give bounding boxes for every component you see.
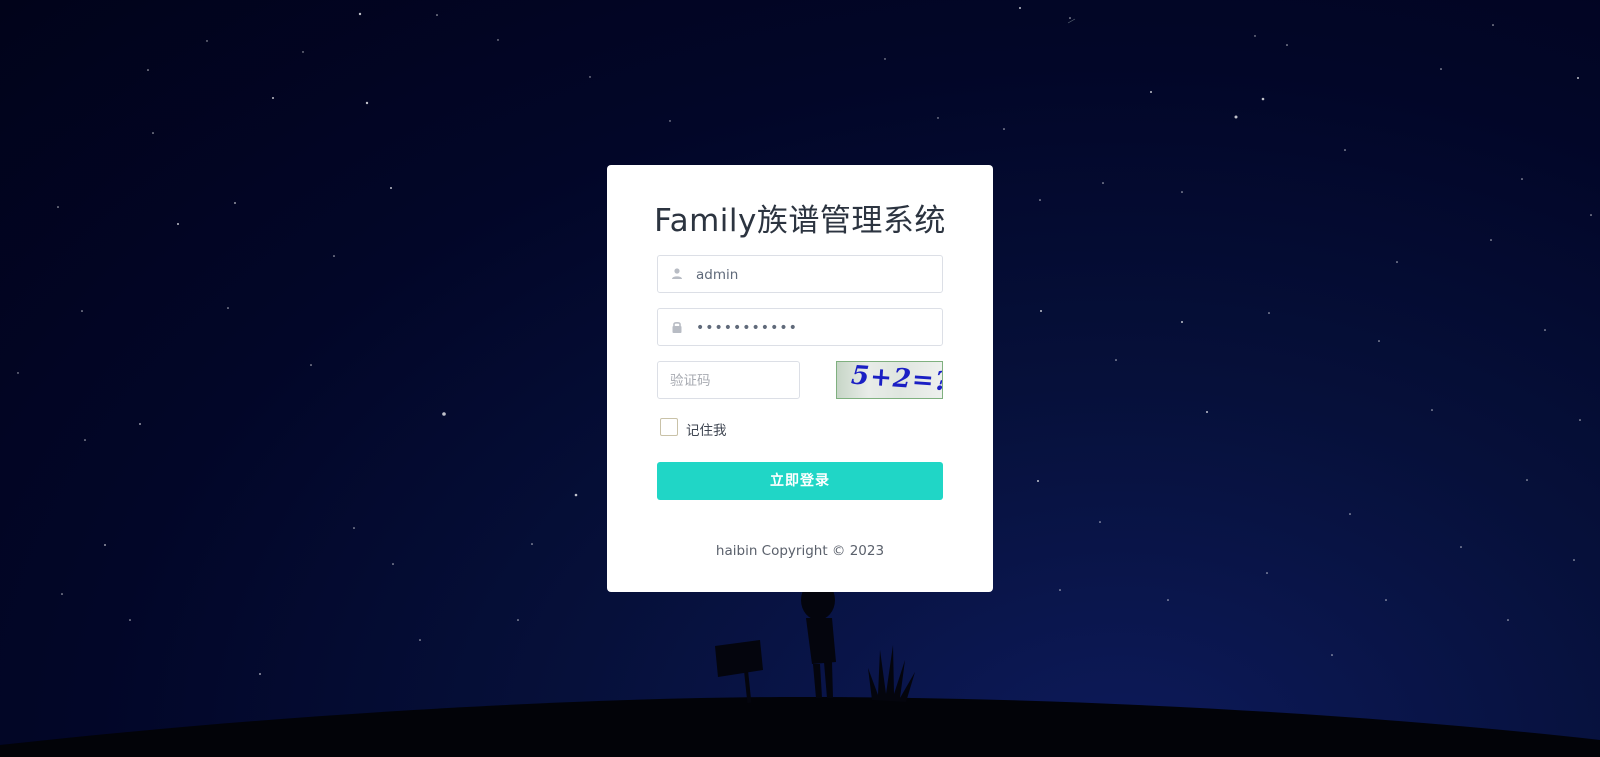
remember-me-label: 记住我 xyxy=(686,423,727,439)
lock-icon xyxy=(672,322,682,333)
captcha-code: 5+2=? xyxy=(850,361,943,398)
password-field[interactable]: ••••••••••• xyxy=(657,308,943,346)
username-value: admin xyxy=(696,267,739,283)
remember-me-checkbox[interactable] xyxy=(660,418,678,436)
user-icon xyxy=(672,268,682,279)
captcha-input[interactable]: 验证码 xyxy=(657,361,800,399)
login-button[interactable]: 立即登录 xyxy=(657,462,943,500)
page-title: Family族谱管理系统 xyxy=(654,203,946,239)
login-card: Family族谱管理系统 admin ••••••••••• 验证码 5+2=?… xyxy=(607,165,993,592)
captcha-image[interactable]: 5+2=? xyxy=(836,361,943,399)
password-masked-value: ••••••••••• xyxy=(696,320,798,336)
captcha-placeholder: 验证码 xyxy=(670,373,711,389)
copyright-text: haibin Copyright © 2023 xyxy=(715,543,885,559)
username-field[interactable]: admin xyxy=(657,255,943,293)
